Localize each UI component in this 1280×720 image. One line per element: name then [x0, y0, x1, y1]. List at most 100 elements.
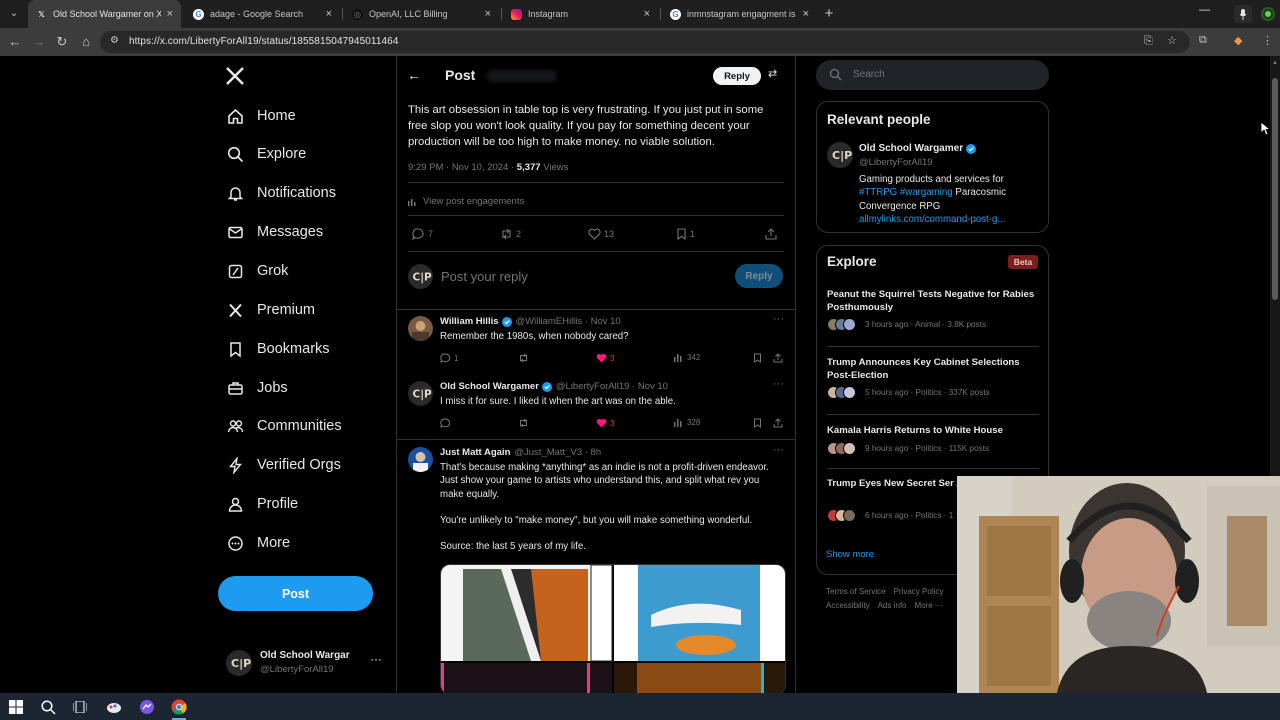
reply-button[interactable]: 7 — [412, 228, 433, 240]
reply-media-grid[interactable] — [440, 564, 786, 693]
view-engagements-link[interactable]: View post engagements — [408, 196, 524, 207]
close-icon[interactable]: × — [485, 8, 491, 20]
nav-profile[interactable]: Profile — [226, 491, 298, 517]
nav-communities[interactable]: Communities — [226, 413, 342, 439]
webcam-video-feed — [957, 476, 1280, 693]
envelope-icon — [226, 223, 244, 241]
url-text[interactable]: https://x.com/LibertyForAll19/status/185… — [129, 36, 398, 47]
repost-button[interactable]: 2 — [500, 228, 521, 240]
more-dots-icon[interactable]: ··· — [773, 313, 784, 325]
bio-link[interactable]: allmylinks.com/command-post-g... — [859, 214, 1005, 225]
reply-item[interactable]: William Hillis @WilliamEHillis · Nov 10 … — [397, 313, 795, 376]
site-info-icon[interactable]: ⚙ — [110, 35, 119, 46]
windows-start-icon[interactable] — [5, 696, 27, 718]
header-reply-button[interactable]: Reply — [713, 67, 761, 85]
views-button[interactable]: 342 — [674, 353, 700, 362]
home-icon[interactable]: ⌂ — [77, 33, 95, 51]
post-button[interactable]: Post — [218, 576, 373, 611]
account-switcher[interactable]: C|P Old School Wargar @LibertyForAll19 ·… — [226, 648, 386, 680]
kebab-menu-icon[interactable]: ⋮ — [1262, 34, 1273, 47]
avatar[interactable]: C|P — [827, 142, 853, 168]
search-input[interactable]: Search — [816, 60, 1049, 90]
tab-search-chevron-icon[interactable]: ⌄ — [5, 5, 23, 23]
task-view-icon[interactable] — [69, 696, 91, 718]
bio-text: Gaming products and services for — [859, 174, 1004, 185]
new-tab-button[interactable]: + — [822, 5, 836, 23]
reply-author-name[interactable]: Old School Wargamer — [440, 381, 539, 392]
scrollbar-thumb[interactable] — [1272, 78, 1278, 300]
like-button[interactable]: 3 — [596, 353, 614, 363]
bookmark-button[interactable]: 1 — [676, 228, 695, 240]
trend-item[interactable]: Peanut the Squirrel Tests Negative for R… — [827, 288, 1037, 331]
footer-link[interactable]: More ··· — [914, 601, 942, 610]
paint-app-icon[interactable] — [103, 696, 125, 718]
close-icon[interactable]: × — [644, 8, 650, 20]
repost-button[interactable] — [518, 353, 532, 363]
nav-more[interactable]: More — [226, 530, 290, 556]
nav-verified-orgs[interactable]: Verified Orgs — [226, 452, 341, 478]
address-bar[interactable]: ⚙ https://x.com/LibertyForAll19/status/1… — [100, 31, 1190, 53]
tab-google-search[interactable]: G adage - Google Search × — [185, 0, 340, 28]
chrome-app-icon[interactable] — [168, 696, 190, 720]
nav-jobs[interactable]: Jobs — [226, 375, 288, 401]
share-button[interactable] — [773, 353, 786, 363]
more-dots-icon[interactable]: ··· — [370, 652, 382, 666]
extension-icon[interactable]: ◆ — [1234, 34, 1242, 47]
more-dots-icon[interactable]: ··· — [773, 444, 784, 456]
like-button[interactable]: 3 — [596, 418, 614, 428]
x-logo-icon[interactable] — [225, 66, 247, 88]
tab-x-post[interactable]: 𝕏 Old School Wargamer on X: "Th × — [28, 0, 181, 28]
trend-item[interactable]: Kamala Harris Returns to White House 9 h… — [827, 424, 1037, 455]
microphone-icon[interactable] — [1234, 5, 1252, 23]
reply-input[interactable]: Post your reply — [441, 269, 528, 284]
back-arrow-icon[interactable]: ← — [407, 67, 421, 83]
bookmark-button[interactable] — [753, 418, 765, 428]
trend-item[interactable]: Trump Announces Key Cabinet Selections P… — [827, 356, 1037, 399]
repost-button[interactable] — [518, 418, 532, 428]
close-icon[interactable]: × — [167, 8, 173, 20]
show-more-link[interactable]: Show more — [826, 549, 874, 560]
footer-link[interactable]: Terms of Service — [826, 587, 886, 596]
nav-premium[interactable]: Premium — [226, 297, 315, 323]
tab-openai-billing[interactable]: ◎ OpenAI, LLC Billing × — [344, 0, 499, 28]
nav-grok[interactable]: Grok — [226, 258, 288, 284]
share-button[interactable] — [765, 228, 780, 240]
footer-link[interactable]: Ads info — [878, 601, 907, 610]
like-button[interactable]: 13 — [588, 228, 614, 240]
trend-meta: 5 hours ago · Politics · 337K posts — [827, 386, 1037, 400]
messenger-app-icon[interactable] — [136, 696, 158, 718]
reply-button[interactable]: 1 — [440, 353, 458, 363]
install-app-icon[interactable]: ⎘ — [1144, 35, 1153, 48]
share-button[interactable] — [773, 418, 786, 428]
nav-explore[interactable]: Explore — [226, 141, 306, 167]
footer-link[interactable]: Privacy Policy — [894, 587, 944, 596]
reply-author-name[interactable]: Just Matt Again — [440, 447, 510, 458]
nav-notifications[interactable]: Notifications — [226, 180, 336, 206]
reply-submit-button[interactable]: Reply — [735, 264, 783, 288]
forward-arrow-icon[interactable]: → — [30, 33, 48, 51]
relevant-person-name[interactable]: Old School Wargamer — [859, 143, 977, 154]
minimize-icon[interactable]: — — [1199, 4, 1210, 16]
tab-instagram[interactable]: Instagram × — [503, 0, 658, 28]
tab-google-instagram-search[interactable]: G inmnstagram engagment is hor × — [662, 0, 817, 28]
bio-hashtags[interactable]: #TTRPG #wargaming — [859, 187, 953, 198]
reload-icon[interactable]: ↻ — [53, 33, 71, 51]
nav-messages[interactable]: Messages — [226, 219, 323, 245]
close-icon[interactable]: × — [803, 8, 809, 20]
bookmark-star-icon[interactable]: ☆ — [1167, 34, 1177, 47]
reply-button[interactable] — [440, 418, 454, 428]
sliders-icon[interactable]: ⇄ — [768, 67, 777, 80]
more-dots-icon[interactable]: ··· — [773, 378, 784, 390]
nav-bookmarks[interactable]: Bookmarks — [226, 336, 330, 362]
extensions-puzzle-icon[interactable]: ⧉ — [1199, 34, 1207, 47]
reply-item[interactable]: C|P Old School Wargamer @LibertyForAll19… — [397, 378, 795, 441]
back-arrow-icon[interactable]: ← — [6, 33, 24, 51]
search-icon[interactable] — [37, 696, 59, 718]
nav-home[interactable]: Home — [226, 103, 296, 129]
close-icon[interactable]: × — [326, 8, 332, 20]
reply-author-name[interactable]: William Hillis — [440, 316, 499, 327]
views-button[interactable]: 328 — [674, 418, 700, 427]
scroll-up-arrow-icon[interactable]: ▲ — [1272, 60, 1278, 66]
bookmark-button[interactable] — [753, 353, 765, 363]
footer-link[interactable]: Accessibility — [826, 601, 870, 610]
